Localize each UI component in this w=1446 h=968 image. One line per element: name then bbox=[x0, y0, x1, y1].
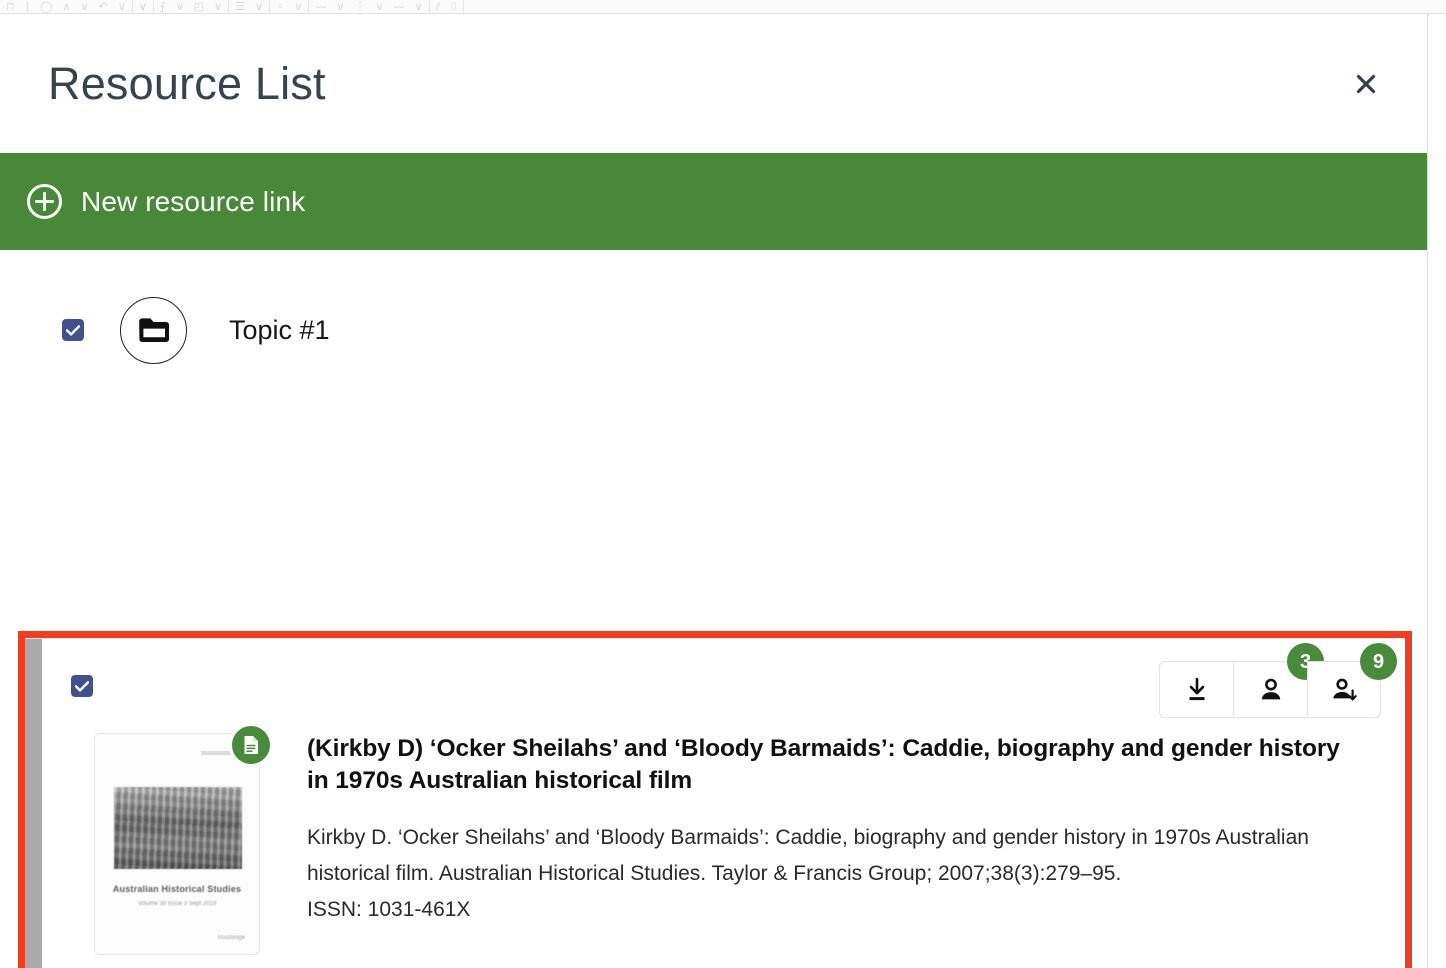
close-icon bbox=[1355, 73, 1377, 95]
resource-thumbnail: Australian Historical Studies Volume 38 … bbox=[94, 733, 260, 955]
personal-downloads-button[interactable]: 9 bbox=[1307, 661, 1381, 718]
topic-label: Topic #1 bbox=[229, 315, 330, 346]
check-icon bbox=[75, 681, 89, 692]
resource-text: (Kirkby D) ‘Ocker Sheilahs’ and ‘Bloody … bbox=[264, 733, 1385, 955]
resource-card: 3 9 bbox=[25, 638, 1405, 968]
thumbnail-photo bbox=[114, 787, 242, 869]
personal-copies-button[interactable]: 3 bbox=[1233, 661, 1307, 718]
toolbar-group: ⫽ ⌷ bbox=[430, 0, 465, 13]
resource-thumbnail-wrap[interactable]: Australian Historical Studies Volume 38 … bbox=[94, 733, 264, 955]
highlight-annotation: 3 9 bbox=[18, 631, 1412, 968]
toolbar-group: — ∨ ⋮ ∨ — ∨ bbox=[309, 0, 429, 13]
toolbar-icon: ◯ bbox=[40, 1, 52, 13]
toolbar-icon: ↶ bbox=[99, 1, 108, 13]
toolbar-icon: ∧ bbox=[62, 1, 70, 13]
chevron-down-icon: ∨ bbox=[375, 1, 383, 13]
toolbar-icon: ☰ bbox=[235, 1, 245, 13]
toolbar-icon: ∣ bbox=[25, 1, 31, 13]
new-resource-link-label: New resource link bbox=[81, 186, 305, 218]
resource-list-modal: Resource List New resource link bbox=[0, 14, 1428, 968]
toolbar-icon: ⨍ bbox=[160, 1, 166, 13]
chevron-down-icon: ∨ bbox=[118, 1, 126, 13]
chevron-down-icon: ∨ bbox=[336, 1, 344, 13]
topic-checkbox[interactable] bbox=[62, 319, 84, 341]
thumbnail-issue-line: Volume 38 Issue 3 Sept 2019 bbox=[95, 901, 259, 907]
chevron-down-icon: ∨ bbox=[255, 1, 263, 13]
chevron-down-icon: ∨ bbox=[415, 1, 423, 13]
toolbar-icon: — bbox=[394, 1, 405, 13]
toolbar-icon: ⌷ bbox=[450, 1, 457, 13]
person-icon bbox=[1257, 676, 1285, 704]
toolbar-icon: ◰ bbox=[194, 1, 204, 13]
plus-circle-icon bbox=[26, 183, 63, 220]
document-icon bbox=[229, 723, 273, 767]
toolbar-group: ∨ bbox=[133, 0, 154, 13]
toolbar-group: ♀ ∨ bbox=[270, 0, 309, 13]
chevron-down-icon: ∨ bbox=[80, 1, 88, 13]
chevron-down-icon: ∨ bbox=[176, 1, 184, 13]
resource-action-buttons: 3 9 bbox=[1159, 661, 1381, 718]
folder-icon bbox=[120, 297, 187, 364]
toolbar-group: ⊓ ∣ ◯ ∧ ∨ ↶ ∨ bbox=[0, 0, 133, 13]
new-resource-link-button[interactable]: New resource link bbox=[0, 153, 1427, 250]
thumbnail-journal-title: Australian Historical Studies bbox=[95, 884, 259, 894]
page-title: Resource List bbox=[48, 61, 326, 106]
background-editor-toolbar: ⊓ ∣ ◯ ∧ ∨ ↶ ∨ ∨ ⨍ ∨ ◰ ∨ ☰ ∨ ♀ ∨ — ∨ ⋮ ∨ … bbox=[0, 0, 1446, 14]
resource-detail: Australian Historical Studies Volume 38 … bbox=[71, 733, 1385, 955]
toolbar-icon: — bbox=[315, 1, 326, 13]
chevron-down-icon: ∨ bbox=[294, 1, 302, 13]
toolbar-icon: ♀ bbox=[276, 1, 284, 13]
toolbar-icon: ⋮ bbox=[354, 1, 365, 13]
close-button[interactable] bbox=[1349, 67, 1383, 101]
download-button[interactable] bbox=[1159, 661, 1233, 718]
person-download-icon bbox=[1330, 676, 1358, 704]
resource-title[interactable]: (Kirkby D) ‘Ocker Sheilahs’ and ‘Bloody … bbox=[307, 733, 1365, 798]
chevron-down-icon: ∨ bbox=[214, 1, 222, 13]
modal-header: Resource List bbox=[0, 14, 1427, 153]
check-icon bbox=[66, 325, 80, 336]
resource-issn: ISSN: 1031-461X bbox=[307, 892, 1365, 928]
download-icon bbox=[1183, 676, 1211, 704]
toolbar-icon: ⫽ bbox=[436, 1, 441, 13]
status-badge: 9 bbox=[1360, 643, 1397, 680]
toolbar-group: ☰ ∨ bbox=[229, 0, 270, 13]
topic-row: Topic #1 bbox=[0, 250, 1427, 370]
resource-list-body: Topic #1 bbox=[0, 250, 1427, 968]
resource-checkbox[interactable] bbox=[71, 675, 93, 697]
thumbnail-publisher: Routledge bbox=[218, 935, 245, 941]
chevron-down-icon: ∨ bbox=[139, 1, 147, 13]
resource-citation: Kirkby D. ‘Ocker Sheilahs’ and ‘Bloody B… bbox=[307, 820, 1365, 892]
drag-handle[interactable] bbox=[25, 639, 42, 968]
resource-card-content: 3 9 bbox=[42, 639, 1405, 968]
toolbar-icon: ⊓ bbox=[6, 1, 15, 13]
toolbar-group: ⨍ ∨ ◰ ∨ bbox=[154, 0, 229, 13]
